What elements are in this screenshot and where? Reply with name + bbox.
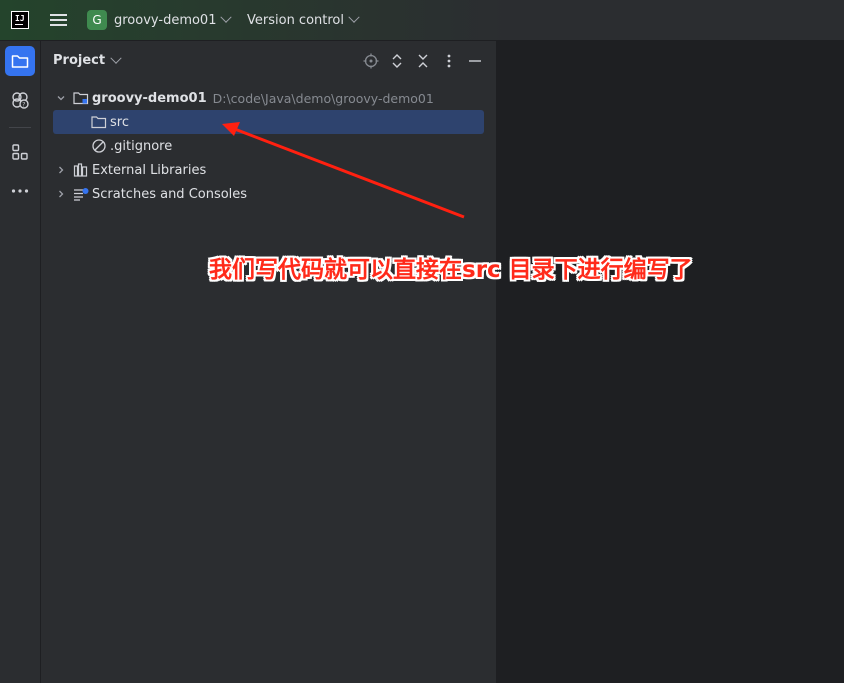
chevron-right-icon[interactable]	[53, 162, 69, 178]
app-logo-text: IJ	[15, 14, 25, 23]
tree-item-path: D:\code\Java\demo\groovy-demo01	[212, 90, 434, 106]
title-bar: IJ G groovy-demo01 Version control	[0, 0, 844, 41]
tree-item-label: .gitignore	[110, 138, 173, 154]
chevron-right-icon[interactable]	[53, 186, 69, 202]
chevron-down-icon[interactable]	[53, 90, 69, 106]
panel-title: Project	[53, 53, 106, 68]
more-icon	[11, 189, 29, 193]
tree-row-gitignore[interactable]: .gitignore	[53, 134, 484, 158]
panel-toolbar	[362, 52, 484, 70]
project-switcher[interactable]: G groovy-demo01	[87, 10, 233, 30]
editor-area	[497, 41, 844, 683]
tree-row-src[interactable]: src	[53, 110, 484, 134]
annotation-text: 我们写代码就可以直接在src 目录下进行编写了	[209, 257, 693, 283]
tool-window-strip: ?	[0, 41, 41, 683]
more-tool-button[interactable]	[5, 176, 35, 206]
project-tool-button[interactable]	[5, 46, 35, 76]
tree-item-label: groovy-demo01	[92, 90, 207, 106]
main-menu-icon[interactable]	[50, 12, 67, 28]
tree-row-external-libraries[interactable]: External Libraries	[53, 158, 484, 182]
chevron-down-icon	[220, 11, 233, 23]
chevron-down-icon	[110, 52, 122, 64]
collapse-all-icon[interactable]	[414, 52, 432, 70]
tree-item-label: External Libraries	[92, 162, 207, 178]
scratches-icon	[73, 186, 89, 202]
app-logo[interactable]: IJ	[11, 11, 29, 29]
strip-divider	[9, 127, 31, 128]
tree-row-project-root[interactable]: groovy-demo01 D:\code\Java\demo\groovy-d…	[53, 86, 484, 110]
plugins-tool-button[interactable]: ?	[5, 85, 35, 115]
plugins-icon: ?	[12, 92, 29, 109]
structure-icon	[12, 144, 28, 160]
project-badge: G	[87, 10, 107, 30]
folder-icon	[91, 114, 107, 130]
project-panel: Project groovy-demo01 D:\code\Java\demo\…	[41, 41, 497, 683]
vcs-menu[interactable]: Version control	[247, 10, 360, 30]
svg-text:?: ?	[22, 102, 25, 109]
structure-tool-button[interactable]	[5, 137, 35, 167]
folder-icon	[11, 55, 29, 68]
module-folder-icon	[73, 90, 89, 106]
options-icon[interactable]	[440, 52, 458, 70]
tree-row-scratches[interactable]: Scratches and Consoles	[53, 182, 484, 206]
expand-all-icon[interactable]	[388, 52, 406, 70]
project-name: groovy-demo01	[114, 12, 217, 28]
tree-item-label: src	[110, 114, 129, 130]
vcs-label: Version control	[247, 12, 344, 28]
tree-item-label: Scratches and Consoles	[92, 186, 248, 202]
hide-icon[interactable]	[466, 52, 484, 70]
ignore-file-icon	[91, 138, 107, 154]
locate-icon[interactable]	[362, 52, 380, 70]
library-icon	[73, 162, 89, 178]
chevron-down-icon	[348, 11, 360, 23]
panel-title-dropdown[interactable]: Project	[53, 52, 122, 68]
